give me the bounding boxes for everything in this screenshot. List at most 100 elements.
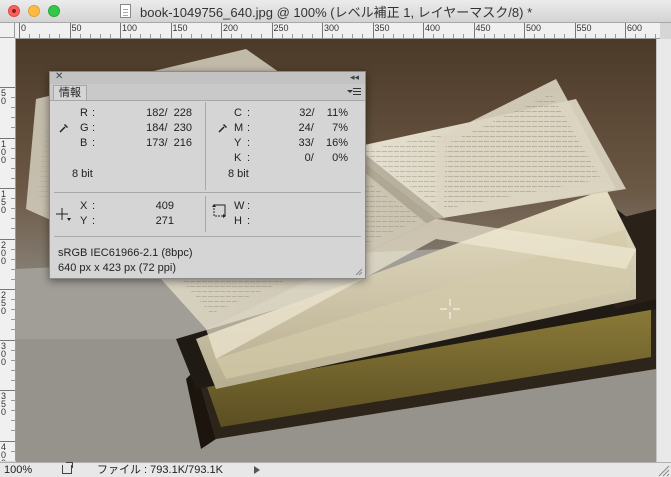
ruler-minor-tick: [130, 34, 132, 38]
ruler-minor-tick: [210, 34, 212, 38]
vertical-scrollbar[interactable]: [656, 39, 671, 462]
size-label-w: W: [234, 200, 245, 212]
ruler-minor-tick: [11, 420, 15, 422]
ruler-minor-tick: [645, 34, 647, 38]
ruler-label: 250: [1, 290, 7, 316]
ruler-minor-tick: [11, 450, 15, 452]
ruler-label: 250: [273, 23, 289, 33]
resize-grip-icon[interactable]: [656, 463, 671, 477]
ruler-minor-tick: [11, 218, 15, 220]
tab-info[interactable]: 情報: [53, 85, 87, 100]
ruler-minor-tick: [180, 34, 182, 38]
maximize-window-button[interactable]: [48, 5, 60, 17]
rgb-label-g: G: [80, 122, 89, 134]
status-bar: 100% ファイル : 793.1K/793.1K: [0, 462, 671, 477]
position-colon: :: [92, 200, 96, 212]
eyedropper-icon: [218, 124, 227, 133]
ruler-minor-tick: [604, 34, 606, 38]
minimize-window-button[interactable]: [28, 5, 40, 17]
ruler-tick: [625, 23, 626, 38]
ruler-tick: [19, 23, 20, 38]
ruler-label: 500: [526, 23, 542, 33]
ruler-minor-tick: [11, 177, 15, 179]
position-value-y: 271: [155, 215, 174, 227]
eyedropper-icon: [59, 124, 68, 133]
ruler-minor-tick: [463, 34, 465, 38]
ruler-minor-tick: [39, 34, 41, 38]
section-divider: [54, 236, 361, 237]
ruler-tick: [170, 23, 172, 38]
rgb-value-b: 173/ 216: [146, 137, 192, 149]
ruler-minor-tick: [594, 34, 596, 38]
ruler-label: 200: [223, 23, 239, 33]
ruler-minor-tick: [11, 157, 15, 159]
ruler-label: 550: [576, 23, 592, 33]
ruler-minor-tick: [332, 34, 334, 38]
ruler-label: 450: [475, 23, 491, 33]
ruler-origin[interactable]: [0, 23, 15, 38]
ruler-minor-tick: [544, 34, 546, 38]
doc-dimensions: 640 px x 423 px (72 ppi): [58, 262, 177, 274]
ruler-minor-tick: [11, 107, 15, 109]
cmyk-colon: :: [247, 137, 251, 149]
cmyk-value-c: 32/ 11%: [299, 107, 348, 119]
ruler-label: 300: [1, 340, 7, 367]
ruler-minor-tick: [635, 34, 637, 38]
ruler-minor-tick: [150, 34, 152, 38]
ruler-minor-tick: [11, 359, 15, 361]
size-icon: [212, 204, 226, 218]
size-label-h: H: [234, 215, 242, 227]
ruler-label: 50: [1, 88, 7, 106]
rgb-label-r: R: [80, 107, 88, 119]
ruler-minor-tick: [11, 349, 15, 351]
section-divider: [54, 192, 361, 193]
ruler-tick: [120, 23, 121, 38]
ruler-minor-tick: [301, 34, 303, 38]
ruler-minor-tick: [402, 34, 404, 38]
ruler-minor-tick: [11, 147, 15, 149]
share-icon[interactable]: [62, 462, 73, 474]
ruler-minor-tick: [11, 278, 15, 280]
ruler-label: 0: [21, 23, 27, 33]
horizontal-ruler[interactable]: 0 50 100 150 200 250 300 350 400 450 500 550 600: [0, 23, 660, 39]
panel-menu-icon[interactable]: [347, 87, 361, 97]
ruler-minor-tick: [11, 117, 15, 119]
zoom-field[interactable]: 100%: [4, 463, 48, 477]
ruler-label: 150: [1, 189, 7, 215]
ruler-minor-tick: [11, 208, 15, 210]
ruler-minor-tick: [11, 299, 15, 301]
arrow-right-icon[interactable]: [254, 466, 260, 474]
collapse-icon[interactable]: ◂◂: [350, 71, 359, 83]
ruler-minor-tick: [261, 34, 263, 38]
rgb-value-r: 182/ 228: [146, 107, 192, 119]
ruler-tick: [271, 23, 273, 38]
ruler-label: 400: [425, 23, 441, 33]
resize-grip-icon[interactable]: [355, 268, 363, 276]
ruler-minor-tick: [11, 379, 15, 381]
ruler-minor-tick: [99, 34, 101, 38]
ruler-minor-tick: [11, 329, 15, 331]
ruler-minor-tick: [89, 34, 91, 38]
ruler-minor-tick: [554, 34, 556, 38]
ruler-tick: [69, 23, 71, 38]
ruler-minor-tick: [11, 369, 15, 371]
doc-profile: sRGB IEC61966-2.1 (8bpc): [58, 247, 193, 259]
rgb-value-g: 184/ 230: [146, 122, 192, 134]
ruler-minor-tick: [382, 34, 384, 38]
title-bar: book-1049756_640.jpg @ 100% (レベル補正 1, レイ…: [0, 0, 671, 23]
ruler-minor-tick: [11, 198, 15, 200]
ruler-minor-tick: [493, 34, 495, 38]
ruler-minor-tick: [513, 34, 515, 38]
ruler-label: 350: [374, 23, 390, 33]
size-colon: :: [247, 215, 251, 227]
info-panel[interactable]: ✕ ◂◂ 情報 R G B : : : 182/ 228 184/ 230 17…: [49, 71, 366, 279]
ruler-minor-tick: [59, 34, 61, 38]
ruler-tick: [322, 23, 323, 38]
rgb-colon: :: [92, 137, 96, 149]
close-icon[interactable]: ✕: [55, 71, 63, 83]
cmyk-value-y: 33/ 16%: [298, 137, 348, 149]
window-title: book-1049756_640.jpg @ 100% (レベル補正 1, レイ…: [140, 4, 533, 20]
ruler-tick: [524, 23, 525, 38]
close-window-button[interactable]: [8, 5, 20, 17]
vertical-ruler[interactable]: 50 100 150 200 250 300 350 400: [0, 38, 16, 461]
